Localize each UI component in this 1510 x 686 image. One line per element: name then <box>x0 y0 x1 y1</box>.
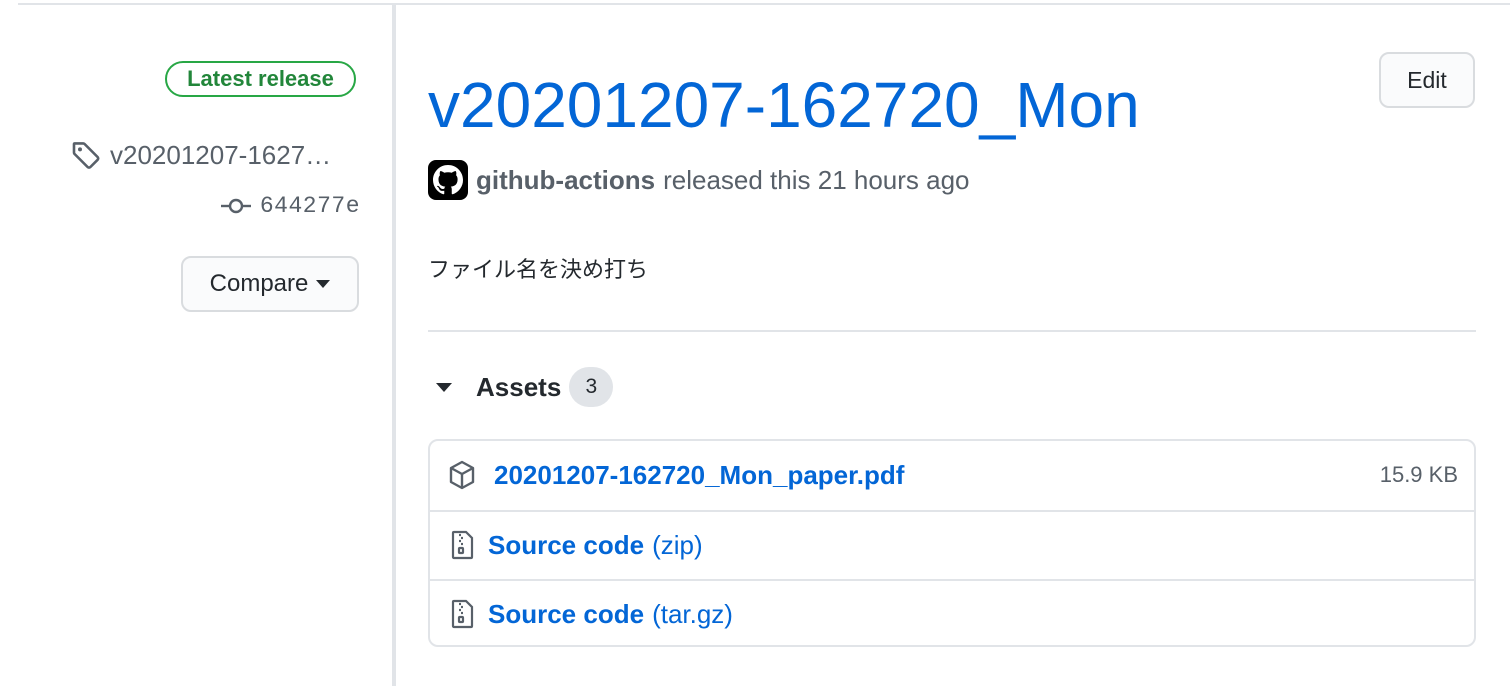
asset-row[interactable]: Source code (tar.gz) <box>430 579 1474 645</box>
asset-link[interactable]: Source code <box>488 599 644 630</box>
git-commit-icon <box>220 198 251 214</box>
latest-release-badge: Latest release <box>165 61 356 97</box>
release-byline: github-actions released this 21 hours ag… <box>428 159 970 201</box>
released-text: released this 21 hours ago <box>663 164 970 195</box>
asset-link[interactable]: 20201207-162720_Mon_paper.pdf <box>494 460 904 491</box>
edit-button[interactable]: Edit <box>1379 52 1475 108</box>
github-mark-icon <box>433 165 463 195</box>
tag-link[interactable]: v20201207-1627… <box>70 137 360 173</box>
package-icon <box>449 460 475 490</box>
assets-list: 20201207-162720_Mon_paper.pdf 15.9 KB So… <box>428 439 1476 647</box>
release-sidebar: Latest release v20201207-1627… 644277e C… <box>0 5 392 686</box>
release-body: ファイル名を決め打ち <box>428 258 649 283</box>
avatar[interactable] <box>428 160 468 200</box>
asset-format[interactable]: (tar.gz) <box>652 599 733 630</box>
triangle-down-icon[interactable] <box>436 382 452 392</box>
file-zip-icon <box>451 599 474 629</box>
assets-label: Assets <box>476 371 562 402</box>
release-title[interactable]: v20201207-162720_Mon <box>428 69 1140 141</box>
commit-sha: 644277e <box>259 193 360 219</box>
asset-row[interactable]: 20201207-162720_Mon_paper.pdf 15.9 KB <box>430 441 1474 509</box>
asset-size: 15.9 KB <box>1379 462 1458 487</box>
compare-button[interactable]: Compare <box>181 256 359 312</box>
file-zip-icon <box>451 530 474 560</box>
vertical-divider <box>392 5 396 686</box>
horizontal-divider <box>428 330 1476 332</box>
commit-link[interactable]: 644277e <box>220 189 360 223</box>
release-main: v20201207-162720_Mon Edit github-actions… <box>428 5 1476 686</box>
asset-row[interactable]: Source code (zip) <box>430 510 1474 578</box>
assets-header[interactable]: Assets 3 <box>428 367 614 407</box>
tag-name: v20201207-1627… <box>110 139 332 170</box>
compare-label: Compare <box>209 270 309 297</box>
tag-icon <box>72 142 100 169</box>
chevron-down-icon <box>316 280 331 288</box>
assets-count-badge: 3 <box>569 367 614 407</box>
author-link[interactable]: github-actions <box>476 165 655 196</box>
asset-link[interactable]: Source code <box>488 530 644 561</box>
asset-format[interactable]: (zip) <box>652 530 703 561</box>
